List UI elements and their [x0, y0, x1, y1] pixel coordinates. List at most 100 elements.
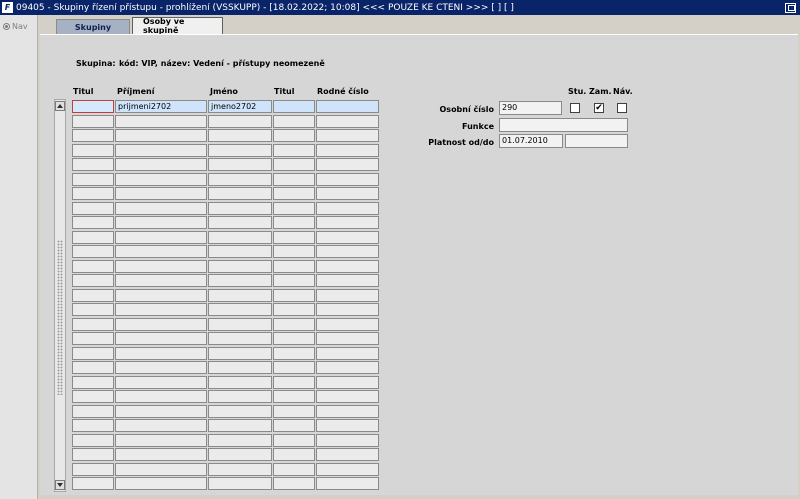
scroll-down-button[interactable]	[55, 480, 65, 490]
cell-titul-za[interactable]	[273, 114, 315, 128]
cell-titul-za[interactable]	[273, 129, 315, 142]
cell-titul[interactable]	[72, 462, 114, 476]
checkbox-nav[interactable]	[617, 103, 627, 113]
cell-titul[interactable]	[72, 129, 114, 142]
cell-titul[interactable]	[72, 201, 114, 215]
cell-prijmeni[interactable]	[115, 288, 207, 302]
cell-jmeno[interactable]	[208, 346, 272, 360]
cell-prijmeni[interactable]	[115, 201, 207, 215]
cell-titul-za[interactable]	[273, 187, 315, 200]
table-row[interactable]	[72, 433, 380, 449]
cell-rodne-cislo[interactable]	[316, 216, 379, 229]
cell-titul-za[interactable]	[273, 332, 315, 345]
cell-jmeno[interactable]	[208, 114, 272, 128]
cell-jmeno[interactable]	[208, 187, 272, 200]
cell-titul-za[interactable]	[273, 462, 315, 476]
restore-icon[interactable]	[785, 2, 796, 13]
cell-jmeno[interactable]	[208, 158, 272, 171]
cell-prijmeni[interactable]	[115, 259, 207, 273]
nav-tab[interactable]: Nav	[0, 15, 37, 31]
cell-titul-za[interactable]	[273, 448, 315, 461]
cell-jmeno[interactable]	[208, 361, 272, 374]
table-row[interactable]	[72, 346, 380, 362]
cell-titul[interactable]	[72, 346, 114, 360]
cell-titul-za[interactable]	[273, 230, 315, 244]
cell-rodne-cislo[interactable]	[316, 433, 379, 447]
table-row[interactable]	[72, 419, 380, 434]
cell-prijmeni[interactable]	[115, 404, 207, 418]
cell-rodne-cislo[interactable]	[316, 361, 379, 374]
table-row[interactable]	[72, 361, 380, 376]
cell-prijmeni[interactable]	[115, 143, 207, 157]
checkbox-zam[interactable]: ✔	[594, 103, 604, 113]
table-row[interactable]	[72, 404, 380, 420]
cell-titul[interactable]	[72, 259, 114, 273]
cell-prijmeni[interactable]	[115, 462, 207, 476]
table-row[interactable]	[72, 259, 380, 275]
cell-titul-za[interactable]	[273, 346, 315, 360]
cell-jmeno[interactable]	[208, 274, 272, 287]
cell-jmeno[interactable]	[208, 303, 272, 316]
table-row[interactable]	[72, 448, 380, 463]
cell-jmeno[interactable]	[208, 201, 272, 215]
cell-prijmeni[interactable]	[115, 114, 207, 128]
cell-titul-za[interactable]	[273, 274, 315, 287]
cell-rodne-cislo[interactable]	[316, 259, 379, 273]
cell-titul-za[interactable]	[273, 404, 315, 418]
cell-titul-za[interactable]	[273, 419, 315, 432]
cell-titul[interactable]	[72, 100, 114, 113]
cell-jmeno[interactable]	[208, 143, 272, 157]
cell-prijmeni[interactable]	[115, 332, 207, 345]
table-row[interactable]	[72, 230, 380, 246]
cell-prijmeni[interactable]	[115, 477, 207, 490]
cell-prijmeni[interactable]	[115, 158, 207, 171]
table-row[interactable]	[72, 477, 380, 492]
cell-jmeno[interactable]: jmeno2702	[208, 100, 272, 113]
cell-titul[interactable]	[72, 419, 114, 432]
scroll-up-button[interactable]	[55, 101, 65, 111]
cell-jmeno[interactable]	[208, 288, 272, 302]
table-row[interactable]	[72, 114, 380, 130]
cell-prijmeni[interactable]	[115, 230, 207, 244]
cell-titul[interactable]	[72, 477, 114, 490]
cell-prijmeni[interactable]	[115, 187, 207, 200]
cell-titul-za[interactable]	[273, 216, 315, 229]
cell-jmeno[interactable]	[208, 419, 272, 432]
cell-jmeno[interactable]	[208, 375, 272, 389]
table-row[interactable]	[72, 375, 380, 391]
cell-titul[interactable]	[72, 288, 114, 302]
osobni-cislo-field[interactable]: 290	[499, 101, 562, 115]
cell-rodne-cislo[interactable]	[316, 158, 379, 171]
table-row[interactable]	[72, 129, 380, 144]
table-row[interactable]	[72, 462, 380, 478]
cell-titul[interactable]	[72, 274, 114, 287]
cell-titul-za[interactable]	[273, 375, 315, 389]
cell-rodne-cislo[interactable]	[316, 346, 379, 360]
cell-rodne-cislo[interactable]	[316, 448, 379, 461]
cell-titul[interactable]	[72, 230, 114, 244]
platnost-od-field[interactable]: 01.07.2010	[499, 134, 563, 148]
cell-rodne-cislo[interactable]	[316, 419, 379, 432]
cell-rodne-cislo[interactable]	[316, 303, 379, 316]
cell-jmeno[interactable]	[208, 390, 272, 403]
cell-titul-za[interactable]	[273, 259, 315, 273]
cell-rodne-cislo[interactable]	[316, 332, 379, 345]
cell-rodne-cislo[interactable]	[316, 172, 379, 186]
cell-titul-za[interactable]	[273, 245, 315, 258]
cell-jmeno[interactable]	[208, 477, 272, 490]
cell-titul-za[interactable]	[273, 390, 315, 403]
cell-jmeno[interactable]	[208, 129, 272, 142]
cell-prijmeni[interactable]	[115, 419, 207, 432]
table-row[interactable]	[72, 332, 380, 347]
checkbox-stu[interactable]	[570, 103, 580, 113]
cell-titul-za[interactable]	[273, 158, 315, 171]
cell-rodne-cislo[interactable]	[316, 143, 379, 157]
cell-titul[interactable]	[72, 404, 114, 418]
cell-jmeno[interactable]	[208, 172, 272, 186]
cell-titul[interactable]	[72, 216, 114, 229]
cell-rodne-cislo[interactable]	[316, 201, 379, 215]
cell-titul[interactable]	[72, 317, 114, 331]
table-row[interactable]	[72, 274, 380, 289]
cell-titul[interactable]	[72, 158, 114, 171]
table-row[interactable]	[72, 172, 380, 188]
